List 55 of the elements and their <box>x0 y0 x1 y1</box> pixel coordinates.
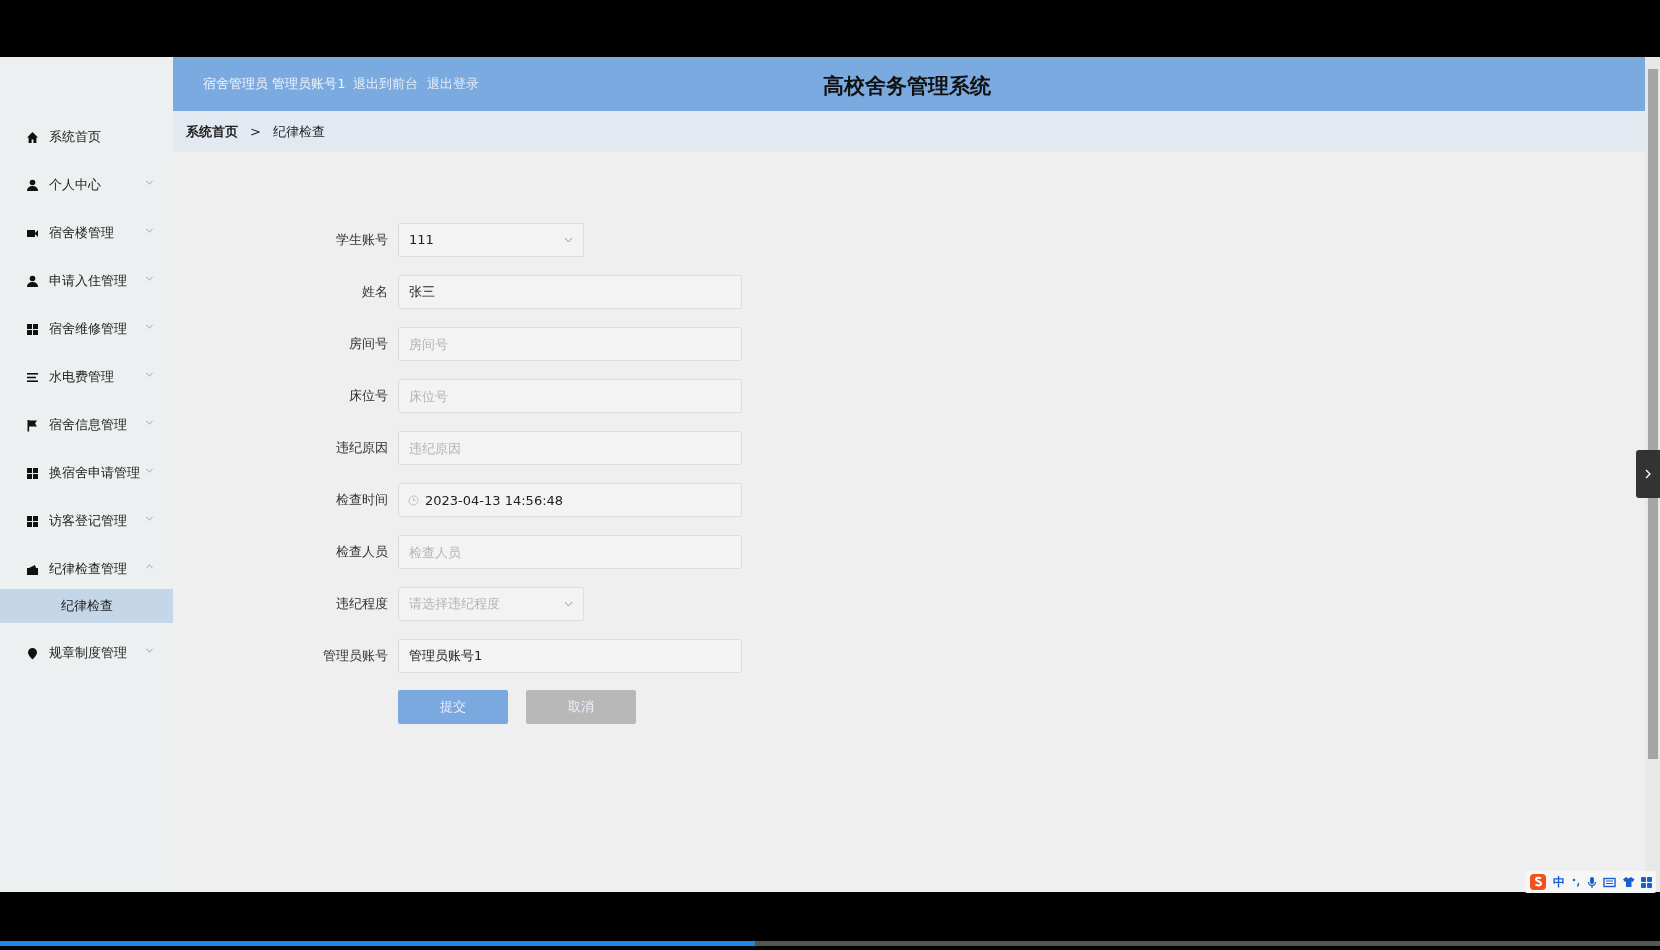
sidebar-item[interactable]: 宿舍维修管理 <box>0 305 173 353</box>
map-pin-icon <box>26 646 39 660</box>
input-mode-label[interactable]: 中 <box>1553 873 1565 891</box>
grid-icon <box>26 322 39 336</box>
user-info: 宿舍管理员 管理员账号1 <box>203 75 346 94</box>
home-icon <box>26 130 39 144</box>
sidebar-item[interactable]: 系统首页 <box>0 113 173 161</box>
input-field[interactable]: 检查人员 <box>398 535 742 569</box>
sidebar-item[interactable]: 宿舍楼管理 <box>0 209 173 257</box>
app-title: 高校舍务管理系统 <box>823 73 991 100</box>
field-label: 姓名 <box>361 283 389 302</box>
microphone-icon <box>1587 875 1597 889</box>
chevron-down-icon <box>564 237 573 243</box>
sidebar-item[interactable]: 换宿舍申请管理 <box>0 449 173 497</box>
field-label: 检查人员 <box>335 543 389 562</box>
select-field[interactable]: 111 <box>398 223 584 257</box>
expand-handle[interactable] <box>1636 450 1660 498</box>
sidebar-item[interactable]: 个人中心 <box>0 161 173 209</box>
sidebar-item[interactable]: 宿舍信息管理 <box>0 401 173 449</box>
sidebar-subitem[interactable]: 纪律检查 <box>0 589 173 623</box>
sidebar-item[interactable]: 申请入住管理 <box>0 257 173 305</box>
chevron-right-icon <box>1644 468 1652 480</box>
field-label: 违纪原因 <box>335 439 389 458</box>
list-icon <box>26 370 39 384</box>
input-field[interactable]: 床位号 <box>398 379 742 413</box>
person-icon <box>26 274 39 288</box>
breadcrumb-link[interactable]: 系统首页 <box>186 121 238 142</box>
field-label: 学生账号 <box>335 231 389 250</box>
shirt-icon <box>1622 876 1635 888</box>
sidebar-item[interactable]: 规章制度管理 <box>0 629 173 677</box>
person-icon <box>26 178 39 192</box>
wallet-icon <box>26 562 39 576</box>
input-field[interactable]: 房间号 <box>398 327 742 361</box>
field-label: 房间号 <box>348 335 389 354</box>
scrollbar[interactable] <box>1645 57 1660 892</box>
breadcrumb-separator: > <box>250 122 261 141</box>
scrollbar-thumb[interactable] <box>1648 69 1658 759</box>
clock-icon <box>408 495 419 506</box>
breadcrumb-current: 纪律检查 <box>272 122 325 141</box>
sidebar-item[interactable]: 水电费管理 <box>0 353 173 401</box>
grid-icon <box>26 466 39 480</box>
sidebar-item[interactable]: 访客登记管理 <box>0 497 173 545</box>
field-label: 检查时间 <box>335 491 389 510</box>
grid-icon <box>1641 876 1652 888</box>
grid-icon <box>26 514 39 528</box>
date-time-field[interactable]: 2023-04-13 14:56:48 <box>398 483 742 517</box>
input-field[interactable]: 张三 <box>398 275 742 309</box>
field-label: 管理员账号 <box>322 647 389 666</box>
field-label: 违纪程度 <box>335 595 389 614</box>
flag-icon <box>26 418 39 432</box>
chevron-down-icon <box>564 601 573 607</box>
punctuation-icon <box>1571 876 1581 888</box>
field-label: 床位号 <box>348 387 389 406</box>
keyboard-icon <box>1603 876 1616 888</box>
input-field[interactable]: 管理员账号1 <box>398 639 742 673</box>
